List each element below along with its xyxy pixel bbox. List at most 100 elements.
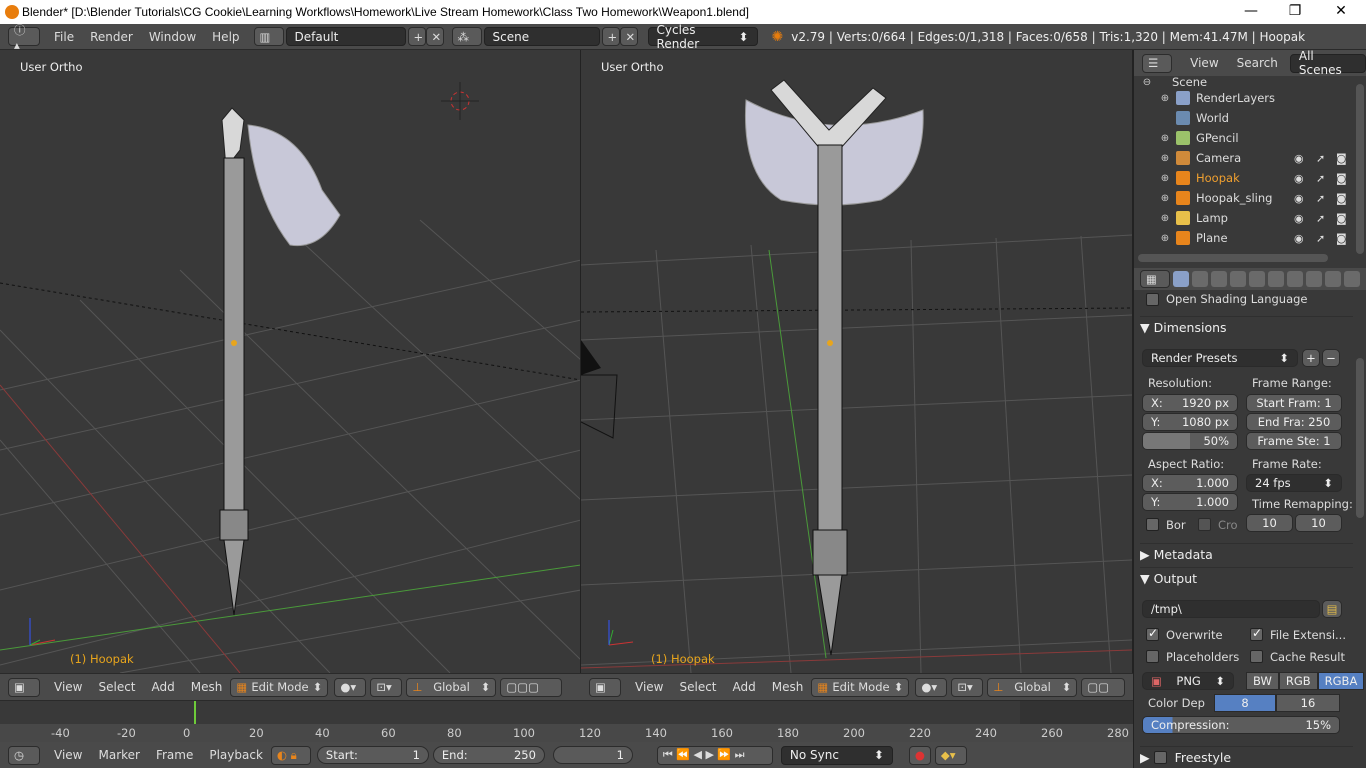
resolution-y-field[interactable]: Y: 1080 px xyxy=(1142,413,1238,431)
material-tab-icon[interactable] xyxy=(1325,271,1341,287)
remove-preset-button[interactable]: − xyxy=(1322,349,1340,367)
menu-select[interactable]: Select xyxy=(671,680,724,694)
add-preset-button[interactable]: + xyxy=(1302,349,1320,367)
color-rgba-option[interactable]: RGBA xyxy=(1317,672,1365,690)
menu-select[interactable]: Select xyxy=(90,680,143,694)
render-engine-dropdown[interactable]: Cycles Render ⬍ xyxy=(647,23,758,51)
close-button[interactable]: ✕ xyxy=(1318,0,1364,24)
menu-add[interactable]: Add xyxy=(725,680,764,694)
outliner-item[interactable]: ⊕ RenderLayers xyxy=(1134,88,1366,108)
shading-dropdown[interactable]: ●▾ xyxy=(915,677,948,697)
selectable-cursor-icon[interactable]: ➚ xyxy=(1316,212,1325,225)
expand-icon[interactable]: ⊕ xyxy=(1160,133,1170,144)
layers-tab-icon[interactable] xyxy=(1192,271,1208,287)
file-extensions-checkbox[interactable] xyxy=(1250,626,1263,641)
browse-path-button[interactable]: ▤ xyxy=(1322,600,1342,618)
orientation-dropdown[interactable]: ⊥ Global ⬍ xyxy=(987,677,1078,697)
outliner-item[interactable]: ⊕ Hoopak ◉ ➚ ◙ xyxy=(1134,168,1366,188)
minimize-button[interactable]: — xyxy=(1228,0,1274,24)
visibility-eye-icon[interactable]: ◉ xyxy=(1294,232,1304,245)
expand-icon[interactable]: ⊕ xyxy=(1160,93,1170,104)
expand-icon[interactable]: ⊕ xyxy=(1160,213,1170,224)
selectable-cursor-icon[interactable]: ➚ xyxy=(1316,232,1325,245)
outliner-item[interactable]: World xyxy=(1134,108,1366,128)
add-layout-button[interactable]: + xyxy=(407,27,426,46)
outliner-item[interactable]: ⊕ Plane ◉ ➚ ◙ xyxy=(1134,228,1366,248)
depth-8-option[interactable]: 8 xyxy=(1214,694,1276,712)
end-frame-field[interactable]: End: 250 xyxy=(432,746,545,764)
render-tab-icon[interactable] xyxy=(1173,271,1189,287)
shading-dropdown[interactable]: ●▾ xyxy=(334,677,367,697)
frame-step-field[interactable]: Frame Ste: 1 xyxy=(1246,432,1342,450)
data-tab-icon[interactable] xyxy=(1306,271,1322,287)
scene-dropdown[interactable]: Scene xyxy=(483,27,600,46)
cache-result-checkbox[interactable] xyxy=(1250,650,1263,663)
outliner-item[interactable]: ⊕ Lamp ◉ ➚ ◙ xyxy=(1134,208,1366,228)
editor-type-button[interactable]: ⓘ ▴ xyxy=(8,23,40,52)
outliner-hscrollbar[interactable] xyxy=(1138,254,1328,262)
maximize-button[interactable]: ❐ xyxy=(1272,0,1318,24)
depth-16-option[interactable]: 16 xyxy=(1276,694,1340,712)
viewport-right[interactable]: User Ortho (1) Hoopak xyxy=(581,50,1133,673)
color-bw-option[interactable]: BW xyxy=(1246,672,1279,690)
output-panel-header[interactable]: ▼ Output xyxy=(1140,567,1353,589)
mode-dropdown[interactable]: ▦ Edit Mode ⬍ xyxy=(230,677,329,697)
editor-type-button[interactable]: ☰ xyxy=(1142,53,1173,73)
layer-buttons[interactable]: ▢▢ xyxy=(1081,677,1126,697)
mode-dropdown[interactable]: ▦ Edit Mode ⬍ xyxy=(811,677,910,697)
file-format-dropdown[interactable]: ▣ PNG ⬍ xyxy=(1142,672,1234,690)
menu-render[interactable]: Render xyxy=(82,30,141,44)
remove-scene-button[interactable]: ✕ xyxy=(619,27,638,46)
visibility-eye-icon[interactable]: ◉ xyxy=(1294,152,1304,165)
layer-buttons[interactable]: ▢▢▢ xyxy=(500,677,563,697)
placeholders-checkbox[interactable] xyxy=(1146,650,1159,663)
menu-add[interactable]: Add xyxy=(144,680,183,694)
start-frame-prop-field[interactable]: Start Fram: 1 xyxy=(1246,394,1342,412)
menu-view[interactable]: View xyxy=(46,748,90,762)
menu-playback[interactable]: Playback xyxy=(201,748,271,762)
resolution-percentage-slider[interactable]: 50% xyxy=(1142,432,1238,450)
pivot-dropdown[interactable]: ⊡▾ xyxy=(951,677,984,697)
remap-new-field[interactable]: 10 xyxy=(1295,514,1342,532)
menu-mesh[interactable]: Mesh xyxy=(183,680,231,694)
layout-dropdown[interactable]: Default xyxy=(285,27,406,46)
menu-mesh[interactable]: Mesh xyxy=(764,680,812,694)
render-presets-dropdown[interactable]: Render Presets ⬍ xyxy=(1142,349,1298,367)
scene-tab-icon[interactable] xyxy=(1211,271,1227,287)
menu-frame[interactable]: Frame xyxy=(148,748,201,762)
renderable-camera-icon[interactable]: ◙ xyxy=(1336,152,1347,165)
record-button[interactable]: ● xyxy=(908,745,931,765)
selectable-cursor-icon[interactable]: ➚ xyxy=(1316,152,1325,165)
renderable-camera-icon[interactable]: ◙ xyxy=(1336,172,1347,185)
keying-button[interactable]: ◆▾ xyxy=(934,745,967,765)
expand-icon[interactable]: ⊕ xyxy=(1160,173,1170,184)
visibility-eye-icon[interactable]: ◉ xyxy=(1294,172,1304,185)
start-frame-field[interactable]: Start: 1 xyxy=(316,746,429,764)
object-tab-icon[interactable] xyxy=(1249,271,1265,287)
editor-type-button[interactable]: ▣ xyxy=(589,677,621,697)
remove-layout-button[interactable]: ✕ xyxy=(425,27,444,46)
color-mode-selector[interactable]: BW RGB RGBA xyxy=(1246,672,1365,690)
renderable-camera-icon[interactable]: ◙ xyxy=(1336,232,1347,245)
menu-view[interactable]: View xyxy=(627,680,671,694)
osl-checkbox[interactable] xyxy=(1146,293,1159,306)
outliner-item[interactable]: ⊕ Camera ◉ ➚ ◙ xyxy=(1134,148,1366,168)
expand-icon[interactable]: ⊕ xyxy=(1160,233,1170,244)
aspect-y-field[interactable]: Y: 1.000 xyxy=(1142,493,1238,511)
color-rgb-option[interactable]: RGB xyxy=(1278,672,1318,690)
color-depth-selector[interactable]: 8 16 xyxy=(1214,694,1340,712)
renderable-camera-icon[interactable]: ◙ xyxy=(1336,212,1347,225)
visibility-eye-icon[interactable]: ◉ xyxy=(1294,192,1304,205)
outliner-scene-row[interactable]: ⊖ Scene xyxy=(1134,76,1366,88)
current-frame-field[interactable]: 1 xyxy=(552,746,633,764)
visibility-eye-icon[interactable]: ◉ xyxy=(1294,212,1304,225)
pivot-dropdown[interactable]: ⊡▾ xyxy=(370,677,403,697)
menu-view[interactable]: View xyxy=(1182,56,1226,70)
crop-checkbox[interactable] xyxy=(1198,518,1211,531)
freestyle-panel-header[interactable]: ▶ Freestyle xyxy=(1140,746,1353,768)
menu-view[interactable]: View xyxy=(46,680,90,694)
freestyle-checkbox[interactable] xyxy=(1153,751,1167,764)
display-mode-dropdown[interactable]: All Scenes xyxy=(1289,49,1366,77)
menu-marker[interactable]: Marker xyxy=(90,748,147,762)
outliner-item[interactable]: ⊕ GPencil xyxy=(1134,128,1366,148)
